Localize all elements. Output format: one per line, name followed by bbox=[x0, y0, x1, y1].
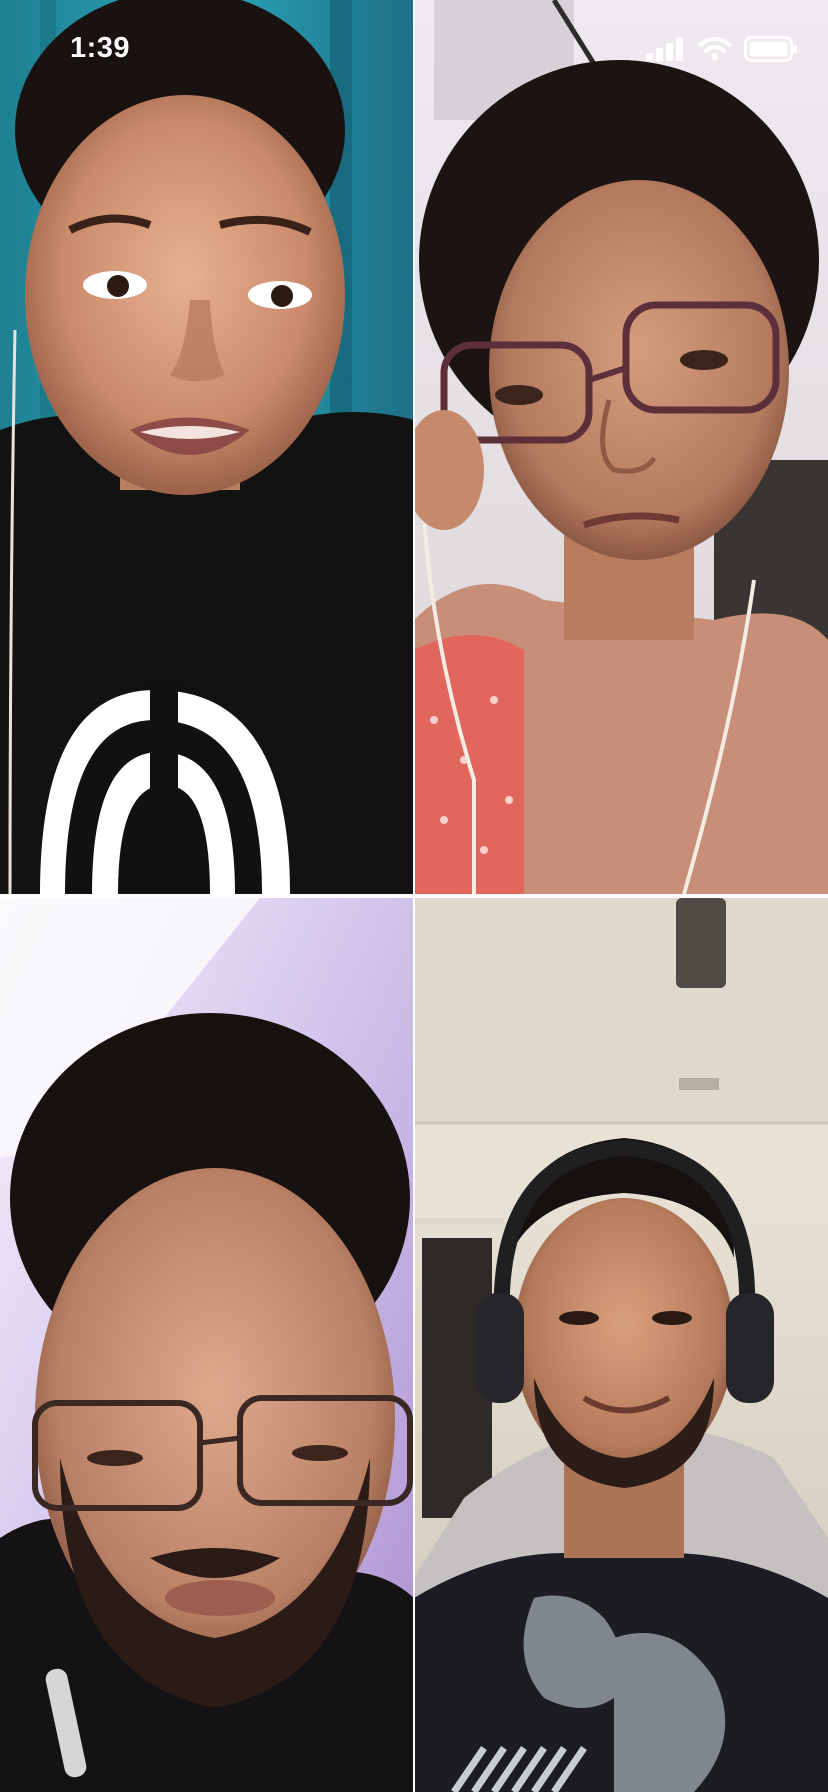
video-call-grid bbox=[0, 0, 828, 1792]
participant-video-frame bbox=[0, 0, 414, 894]
participant-video-frame bbox=[414, 898, 828, 1792]
participant-video-tile[interactable] bbox=[0, 898, 414, 1792]
status-bar: 1:39 bbox=[0, 0, 828, 96]
participant-video-tile[interactable] bbox=[414, 898, 828, 1792]
wifi-icon bbox=[698, 37, 732, 61]
participant-video-frame bbox=[414, 0, 828, 894]
participant-video-frame bbox=[0, 898, 414, 1792]
participant-video-tile[interactable] bbox=[414, 0, 828, 894]
cellular-signal-icon bbox=[646, 37, 683, 61]
battery-icon bbox=[744, 36, 797, 62]
tile-divider-horizontal bbox=[0, 894, 828, 898]
status-time: 1:39 bbox=[70, 32, 131, 64]
status-icons bbox=[646, 36, 798, 62]
participant-video-tile[interactable] bbox=[0, 0, 414, 894]
